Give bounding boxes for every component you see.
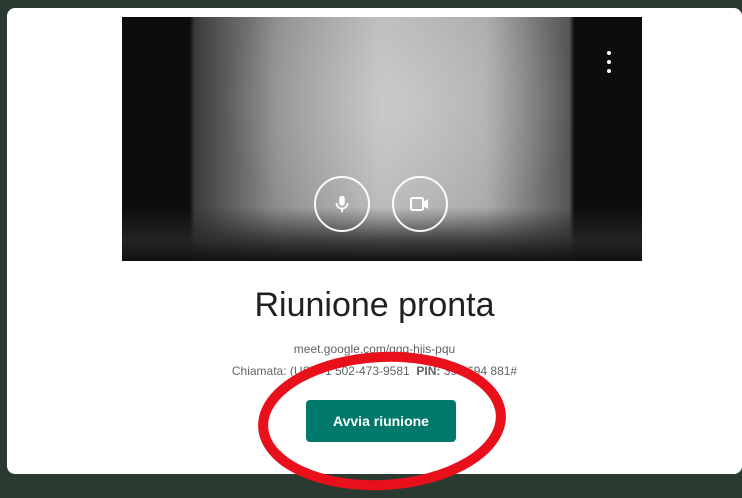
page-title: Riunione pronta: [254, 286, 495, 324]
meeting-link[interactable]: meet.google.com/ggg-hjis-pqu: [7, 342, 742, 356]
pin-value: 394 694 881#: [443, 364, 518, 378]
dial-number[interactable]: +1 502-473-9581: [318, 364, 410, 378]
more-vert-icon[interactable]: [604, 51, 614, 73]
dial-in-info: Chiamata: (US) +1 502-473-9581 PIN: 394 …: [7, 364, 742, 378]
pin-label: PIN:: [416, 364, 441, 378]
start-meeting-button[interactable]: Avvia riunione: [306, 400, 456, 442]
camera-toggle-button[interactable]: [392, 176, 448, 232]
dial-region: (US): [289, 364, 315, 378]
microphone-icon: [335, 195, 349, 213]
microphone-toggle-button[interactable]: [314, 176, 370, 232]
dial-label: Chiamata:: [231, 364, 287, 378]
camera-preview: [122, 17, 642, 261]
video-camera-icon: [410, 197, 428, 211]
